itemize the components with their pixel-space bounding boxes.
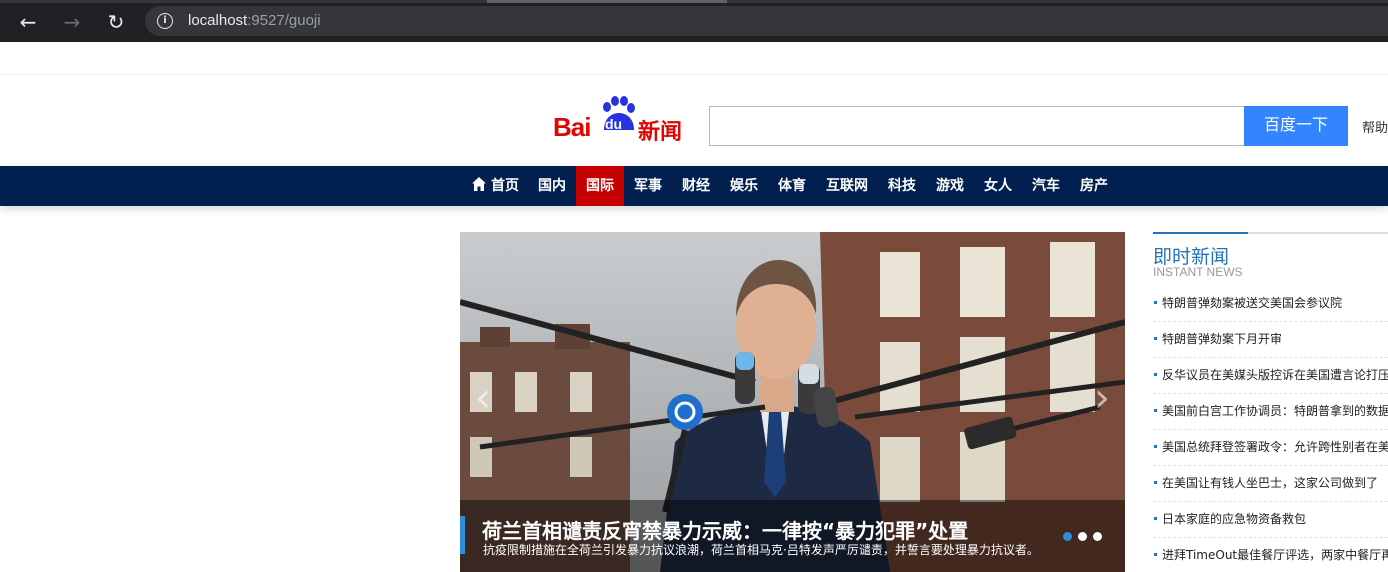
news-item-text: 特朗普弹劾案被送交美国会参议院: [1162, 296, 1343, 310]
arrow-left-icon[interactable]: ←: [14, 8, 42, 36]
carousel-dot-1[interactable]: [1063, 532, 1072, 541]
logo-news-text: 新闻: [638, 120, 683, 145]
news-list-item[interactable]: 特朗普弹劾案下月开审: [1153, 322, 1388, 358]
bullet-icon: [1154, 373, 1157, 376]
baidu-news-logo[interactable]: Bai du 新闻: [552, 94, 682, 145]
tab-strip: [0, 0, 1388, 3]
news-item-text: 美国前白宫工作协调员：特朗普拿到的数据: [1162, 404, 1388, 418]
carousel-prev-button[interactable]: ‹: [460, 356, 506, 440]
nav-item-home[interactable]: 首页: [462, 166, 528, 206]
bullet-icon: [1154, 301, 1157, 304]
bullet-icon: [1154, 409, 1157, 412]
nav-item-hulianwang[interactable]: 互联网: [816, 166, 878, 206]
news-item-text: 进拜TimeOut最佳餐厅评选，两家中餐厅再: [1162, 548, 1388, 562]
bullet-icon: [1154, 337, 1157, 340]
logo-bai-text: Bai: [553, 112, 591, 142]
top-divider: [0, 74, 1388, 75]
instant-news-list: 特朗普弹劾案被送交美国会参议院 特朗普弹劾案下月开审 反华议员在美媒头版控诉在美…: [1153, 286, 1388, 572]
news-list-item[interactable]: 在美国让有钱人坐巴士，这家公司做到了: [1153, 466, 1388, 502]
headline-carousel[interactable]: ‹ › 荷兰首相谴责反宵禁暴力示威：一律按“暴力犯罪”处置 抗疫限制措施在全荷兰…: [460, 232, 1125, 572]
news-list-item[interactable]: 反华议员在美媒头版控诉在美国遭言论打压: [1153, 358, 1388, 394]
url-text[interactable]: localhost:9527/guoji: [188, 12, 321, 29]
search-button[interactable]: 百度一下: [1244, 106, 1348, 146]
nav-item-guonei[interactable]: 国内: [528, 166, 576, 206]
news-list-item[interactable]: 美国总统拜登签署政令：允许跨性别者在美: [1153, 430, 1388, 466]
carousel-dot-3[interactable]: [1093, 532, 1102, 541]
info-circle-icon[interactable]: i: [157, 13, 173, 29]
instant-news-subtitle: INSTANT NEWS: [1153, 265, 1243, 279]
panel-top-accent: [1153, 232, 1248, 234]
nav-item-yule[interactable]: 娱乐: [720, 166, 768, 206]
nav-item-label: 首页: [491, 178, 519, 194]
news-item-text: 特朗普弹劾案下月开审: [1162, 332, 1283, 346]
nav-item-guoji[interactable]: 国际: [576, 166, 624, 206]
nav-item-fangchan[interactable]: 房产: [1070, 166, 1118, 206]
reload-icon[interactable]: ↻: [102, 8, 130, 36]
carousel-next-button[interactable]: ›: [1079, 356, 1125, 440]
bullet-icon: [1154, 445, 1157, 448]
nav-item-junshi[interactable]: 军事: [624, 166, 672, 206]
headline-summary: 抗疫限制措施在全荷兰引发暴力抗议浪潮，荷兰首相马克·吕特发声严厉谴责，并誓言要处…: [483, 543, 1039, 557]
logo-du-text: du: [605, 116, 623, 132]
nav-item-caijing[interactable]: 财经: [672, 166, 720, 206]
news-item-text: 美国总统拜登签署政令：允许跨性别者在美: [1162, 440, 1388, 454]
nav-item-qiche[interactable]: 汽车: [1022, 166, 1070, 206]
news-list-item[interactable]: 美国前白宫工作协调员：特朗普拿到的数据: [1153, 394, 1388, 430]
panel-top-border: [1153, 232, 1388, 234]
news-list-item[interactable]: 进拜TimeOut最佳餐厅评选，两家中餐厅再: [1153, 538, 1388, 572]
headline-title[interactable]: 荷兰首相谴责反宵禁暴力示威：一律按“暴力犯罪”处置: [482, 515, 968, 544]
nav-item-keji[interactable]: 科技: [878, 166, 926, 206]
category-nav: 首页 国内 国际 军事 财经 娱乐 体育 互联网 科技 游戏 女人 汽车 房产: [0, 166, 1388, 206]
news-list-item[interactable]: 日本家庭的应急物资备救包: [1153, 502, 1388, 538]
arrow-right-icon[interactable]: →: [58, 8, 86, 36]
browser-toolbar: ← → ↻ i localhost:9527/guoji: [0, 0, 1388, 42]
instant-news-panel: 即时新闻 INSTANT NEWS 特朗普弹劾案被送交美国会参议院 特朗普弹劾案…: [1153, 232, 1388, 572]
news-list-item[interactable]: 特朗普弹劾案被送交美国会参议院: [1153, 286, 1388, 322]
news-item-text: 在美国让有钱人坐巴士，这家公司做到了: [1162, 476, 1379, 490]
bullet-icon: [1154, 517, 1157, 520]
nav-item-tiyu[interactable]: 体育: [768, 166, 816, 206]
bullet-icon: [1154, 481, 1157, 484]
carousel-dot-2[interactable]: [1078, 532, 1087, 541]
address-bar[interactable]: i localhost:9527/guoji: [145, 6, 1388, 36]
help-link[interactable]: 帮助: [1362, 117, 1388, 136]
url-host: localhost: [188, 12, 248, 29]
nav-item-youxi[interactable]: 游戏: [926, 166, 974, 206]
caption-accent-bar: [460, 516, 465, 554]
home-icon: [472, 177, 486, 191]
active-tab-edge: [487, 0, 727, 3]
bullet-icon: [1154, 553, 1157, 556]
url-path: :9527/guoji: [247, 12, 321, 29]
news-item-text: 反华议员在美媒头版控诉在美国遭言论打压: [1162, 368, 1388, 382]
news-item-text: 日本家庭的应急物资备救包: [1162, 512, 1307, 526]
search-input[interactable]: [709, 106, 1245, 146]
nav-item-nvren[interactable]: 女人: [974, 166, 1022, 206]
